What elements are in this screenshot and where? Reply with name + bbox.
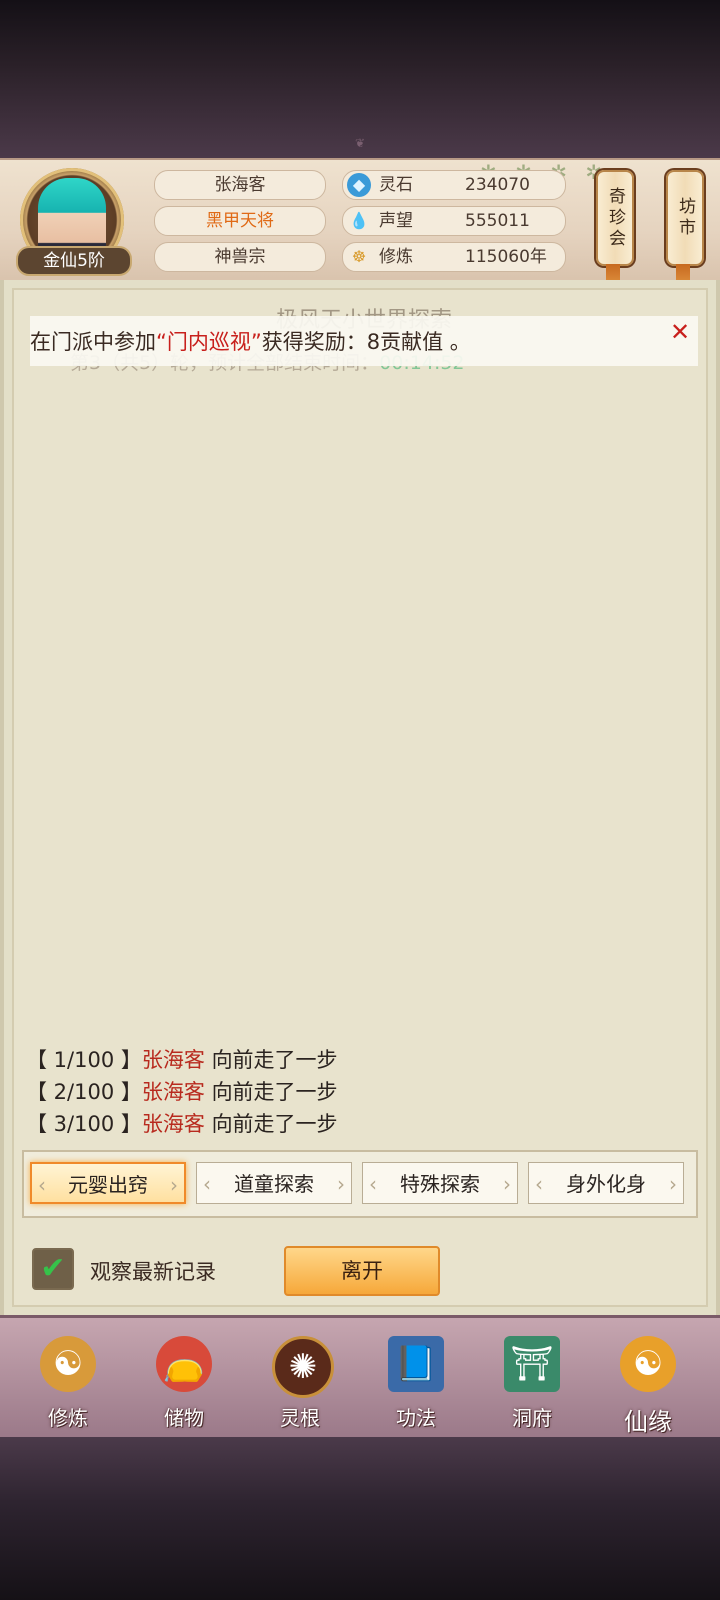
player-header: ✲ ✲ ✲ ✲ 金仙5阶 张海客 黑甲天将 神兽宗 ◆ 灵石 234070 💧 …	[0, 158, 720, 294]
nav-label: 灵根	[280, 1406, 320, 1430]
exploration-log: 【 1/100 】张海客 向前走了一步 【 2/100 】张海客 向前走了一步 …	[26, 1044, 338, 1140]
list-item: 【 1/100 】张海客 向前走了一步	[26, 1044, 338, 1076]
toast-prefix: 在门派中参加	[30, 330, 156, 354]
stat-cultivation: ☸ 修炼 115060年	[342, 242, 566, 272]
list-item: 【 3/100 】张海客 向前走了一步	[26, 1108, 338, 1140]
observe-latest-label: 观察最新记录	[90, 1260, 216, 1284]
nav-cultivate[interactable]: ☯ 修炼	[20, 1332, 116, 1432]
nav-fate[interactable]: ☯ 仙缘	[600, 1332, 696, 1436]
log-actor: 张海客	[141, 1080, 205, 1104]
book-icon: 📘	[388, 1336, 444, 1392]
toast-highlight: “门内巡视”	[156, 330, 262, 354]
nav-label: 功法	[396, 1406, 436, 1430]
stat-reputation: 💧 声望 555011	[342, 206, 566, 236]
log-step: 【 2/100 】	[26, 1080, 142, 1104]
gourd-icon: ☯	[620, 1336, 676, 1392]
monk-icon: ☯	[40, 1336, 96, 1392]
list-item: 【 2/100 】张海客 向前走了一步	[26, 1076, 338, 1108]
exploration-tabs: 元婴出窍 道童探索 特殊探索 身外化身	[22, 1150, 698, 1218]
reward-toast: 在门派中参加“门内巡视”获得奖励：8贡献值 。 ✕	[30, 316, 698, 366]
log-action: 向前走了一步	[211, 1112, 338, 1136]
bottom-nav: ☯ 修炼 👝 储物 ✺ 灵根 📘 功法 ⛩ 洞府 ☯ 仙缘	[0, 1315, 720, 1440]
stat-value: 115060年	[465, 247, 547, 267]
observe-latest-checkbox[interactable]: ✔	[32, 1248, 74, 1290]
toast-suffix: 获得奖励：8贡献值 。	[261, 330, 471, 354]
nav-label: 洞府	[512, 1406, 552, 1430]
toast-message: 在门派中参加“门内巡视”获得奖励：8贡献值 。	[30, 326, 471, 356]
nav-spirit-root[interactable]: ✺ 灵根	[252, 1332, 348, 1432]
log-actor: 张海客	[141, 1112, 205, 1136]
market-button[interactable]: 坊市	[666, 170, 704, 266]
log-step: 【 3/100 】	[26, 1112, 142, 1136]
stat-spirit-stone: ◆ 灵石 234070	[342, 170, 566, 200]
close-icon[interactable]: ✕	[668, 320, 692, 344]
nav-label: 储物	[164, 1406, 204, 1430]
bottom-background	[0, 1437, 720, 1600]
stat-label: 声望	[379, 211, 413, 231]
tab-nascent-soul[interactable]: 元婴出窍	[30, 1162, 186, 1206]
nav-label: 仙缘	[624, 1408, 672, 1436]
ornament-divider: ❦	[354, 136, 366, 150]
player-title: 黑甲天将	[154, 206, 326, 236]
nav-techniques[interactable]: 📘 功法	[368, 1332, 464, 1432]
player-name: 张海客	[154, 170, 326, 200]
pavilion-icon: ⛩	[504, 1336, 560, 1392]
treasure-auction-button[interactable]: 奇珍会	[596, 170, 634, 266]
stat-label: 灵石	[379, 175, 413, 195]
stat-value: 234070	[465, 175, 530, 195]
player-sect: 神兽宗	[154, 242, 326, 272]
tab-special-explore[interactable]: 特殊探索	[362, 1162, 518, 1205]
droplet-icon: 💧	[349, 211, 369, 230]
rank-badge: 金仙5阶	[16, 246, 132, 276]
log-action: 向前走了一步	[211, 1048, 338, 1072]
tab-avatar-clone[interactable]: 身外化身	[528, 1162, 684, 1205]
bag-icon: 👝	[156, 1336, 212, 1392]
nav-storage[interactable]: 👝 储物	[136, 1332, 232, 1432]
tab-acolyte-explore[interactable]: 道童探索	[196, 1162, 352, 1205]
log-action: 向前走了一步	[211, 1080, 338, 1104]
leave-button[interactable]: 离开	[284, 1246, 440, 1296]
log-actor: 张海客	[141, 1048, 205, 1072]
meditation-icon: ☸	[351, 247, 367, 266]
stat-value: 555011	[465, 211, 530, 231]
log-step: 【 1/100 】	[26, 1048, 142, 1072]
crystal-icon: ◆	[347, 173, 371, 197]
spirit-root-icon: ✺	[272, 1336, 334, 1398]
nav-cave[interactable]: ⛩ 洞府	[484, 1332, 580, 1432]
stat-label: 修炼	[379, 247, 413, 267]
nav-label: 修炼	[48, 1406, 88, 1430]
